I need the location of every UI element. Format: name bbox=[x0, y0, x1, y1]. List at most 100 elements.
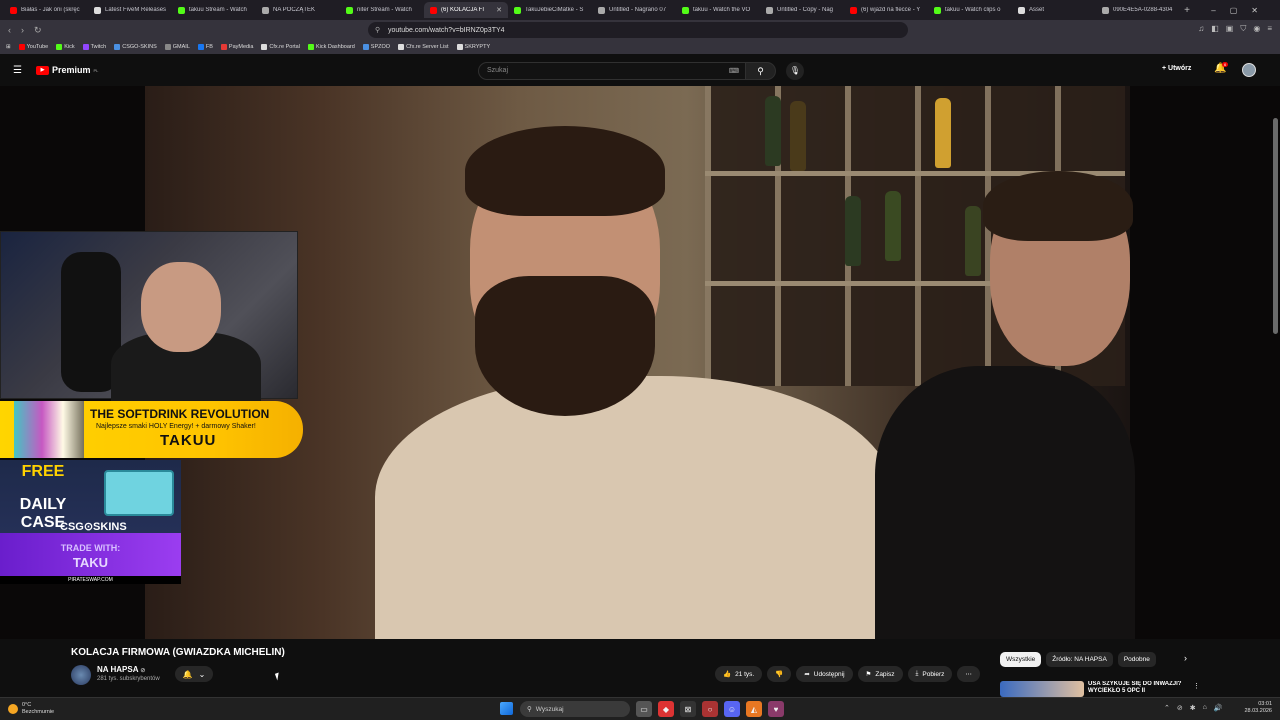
recommended-title[interactable]: USA SZYKUJE SIĘ DO INWAZJI? WYCIEKŁO 5 O… bbox=[1088, 681, 1184, 697]
tab-favicon-icon bbox=[934, 6, 941, 14]
subscription-bell-button[interactable]: 🔔 ⌄ bbox=[175, 666, 213, 682]
dislike-button[interactable]: 👎 bbox=[767, 666, 792, 682]
bookmark-item[interactable]: SKRYPTY bbox=[456, 44, 490, 50]
bookmark-item[interactable]: YouTube bbox=[18, 44, 48, 50]
wallet-icon[interactable]: ▣ bbox=[1226, 24, 1234, 34]
trade-with-text: TRADE WITH: bbox=[60, 543, 121, 553]
browser-tab[interactable]: TakuJebieCiMatke - S bbox=[508, 2, 592, 18]
keyboard-icon[interactable]: ⌨ bbox=[729, 67, 739, 75]
mute-icon[interactable]: ⊘ bbox=[1177, 704, 1183, 712]
youtube-premium-logo[interactable]: ▶ Premium PL bbox=[36, 65, 98, 75]
more-actions-button[interactable]: ⋯ bbox=[957, 666, 980, 682]
blender-icon[interactable]: ◭ bbox=[746, 701, 762, 717]
sidebar-icon[interactable]: ◧ bbox=[1211, 24, 1219, 34]
apps-grid-icon[interactable]: ⊞ bbox=[6, 44, 11, 50]
filter-chip[interactable]: Źródło: NA HAPSA bbox=[1046, 652, 1113, 667]
thumbs-down-icon: 👎 bbox=[775, 671, 784, 678]
weather-widget[interactable]: 0°C Bezchmurnie bbox=[8, 702, 54, 716]
pirateswap-url: PIRATESWAP.COM bbox=[0, 576, 181, 584]
back-icon[interactable]: ‹ bbox=[8, 25, 11, 36]
bookmark-item[interactable]: SPZOO bbox=[362, 44, 390, 50]
save-button[interactable]: ⚑ Zapisz bbox=[857, 666, 903, 682]
tab-favicon-icon bbox=[346, 6, 353, 14]
brave-browser-icon[interactable]: ◆ bbox=[658, 701, 674, 717]
account-avatar[interactable] bbox=[1242, 63, 1256, 77]
opera-icon[interactable]: ○ bbox=[702, 701, 718, 717]
video-player[interactable]: THE SOFTDRINK REVOLUTION Najlepsze smaki… bbox=[0, 86, 1280, 639]
channel-avatar[interactable] bbox=[71, 665, 91, 685]
xbox-icon[interactable]: ⊠ bbox=[680, 701, 696, 717]
bookmark-item[interactable]: GMAIL bbox=[164, 44, 190, 50]
channel-name[interactable]: NA HAPSA ⊘ bbox=[97, 665, 145, 674]
url-field[interactable]: ⚲ youtube.com/watch?v=bIRNZ0p3TY4 bbox=[368, 22, 908, 38]
tab-favicon-icon bbox=[178, 6, 185, 14]
bookmark-item[interactable]: PayMedia bbox=[220, 44, 253, 50]
discord-icon[interactable]: ☺ bbox=[724, 701, 740, 717]
network-icon[interactable]: ⌂ bbox=[1203, 704, 1207, 712]
search-button[interactable]: ⚲ bbox=[746, 62, 776, 80]
browser-tab[interactable]: Asset bbox=[1012, 2, 1096, 18]
browser-tab[interactable]: 090E4E5A-0288-4304 bbox=[1096, 2, 1180, 18]
system-clock[interactable]: 03:01 28.03.2026 bbox=[1236, 701, 1272, 715]
browser-tab[interactable]: Białas - Jak oni (skręc bbox=[4, 2, 88, 18]
site-info-icon[interactable]: ⚲ bbox=[375, 26, 380, 34]
trade-name-text: TAKU bbox=[72, 555, 109, 570]
new-tab-button[interactable]: + bbox=[1180, 5, 1194, 16]
bookmark-item[interactable]: Cfx.re Portal bbox=[261, 44, 300, 50]
browser-tab[interactable]: NA POCZĄTEK bbox=[256, 2, 340, 18]
minimize-button[interactable]: – bbox=[1211, 6, 1215, 15]
browser-tab[interactable]: Latest FiveM Releases bbox=[88, 2, 172, 18]
task-view-icon[interactable]: ▭ bbox=[636, 701, 652, 717]
close-window-button[interactable]: ✕ bbox=[1251, 6, 1258, 15]
chevron-up-icon[interactable]: ⌃ bbox=[1164, 704, 1170, 712]
shield-icon[interactable]: ⛉ bbox=[1240, 24, 1246, 34]
media-icon[interactable]: ♫ bbox=[1198, 24, 1204, 34]
microphone-icon: 🎙 bbox=[789, 66, 801, 75]
filter-chip[interactable]: Podobne bbox=[1117, 652, 1156, 667]
share-button[interactable]: ➦ Udostępnij bbox=[796, 666, 853, 682]
bookmark-item[interactable]: Twitch bbox=[82, 44, 106, 50]
browser-tab[interactable]: Untitled - Copy - Nag bbox=[760, 2, 844, 18]
bookmark-item[interactable]: Kick Dashboard bbox=[307, 44, 355, 50]
browser-tab[interactable]: (6) wjazd na flecce - Y bbox=[844, 2, 928, 18]
bookmark-item[interactable]: CSGO-SKINS bbox=[114, 44, 157, 50]
voice-search-button[interactable]: 🎙 bbox=[786, 62, 804, 80]
bookmark-item[interactable]: FB bbox=[197, 44, 213, 50]
browser-tab[interactable]: (6) KOLACJA FI ✕ bbox=[424, 2, 508, 18]
case-chest-image bbox=[104, 470, 174, 516]
browser-tab[interactable]: takuu Stream - Watch bbox=[172, 2, 256, 18]
browser-tab[interactable]: takuu - Watch clips o bbox=[928, 2, 1012, 18]
like-button[interactable]: 👍 21 tys. bbox=[715, 666, 763, 682]
browser-tab[interactable]: Untitled - Nagrano 07 bbox=[592, 2, 676, 18]
volume-icon[interactable]: 🔊 bbox=[1214, 704, 1223, 712]
bookmark-item[interactable]: Kick bbox=[56, 44, 75, 50]
bookmark-favicon-icon bbox=[82, 44, 89, 50]
maximize-button[interactable]: ▢ bbox=[1230, 6, 1238, 15]
create-button[interactable]: + Utwórz bbox=[1162, 65, 1191, 72]
filter-chip[interactable]: Wszystkie bbox=[1000, 652, 1042, 667]
bluetooth-icon[interactable]: ✱ bbox=[1190, 704, 1196, 712]
hamburger-menu-icon[interactable]: ☰ bbox=[13, 65, 22, 76]
bookmarks-bar: ⊞ YouTube Kick Twitch CSGO-SKINS GMAIL FB PayM… bbox=[0, 40, 1280, 54]
recommended-thumbnail[interactable] bbox=[1000, 681, 1084, 697]
close-tab-icon[interactable]: ✕ bbox=[496, 6, 502, 14]
chevron-right-icon[interactable]: › bbox=[1184, 653, 1187, 663]
menu-icon[interactable]: ≡ bbox=[1267, 24, 1272, 34]
app-icon[interactable]: ♥ bbox=[768, 701, 784, 717]
notification-badge: 6 bbox=[1222, 62, 1229, 67]
forward-icon[interactable]: › bbox=[21, 25, 24, 36]
recommended-menu-icon[interactable]: ⋮ bbox=[1193, 682, 1200, 690]
profile-icon[interactable]: ◉ bbox=[1253, 24, 1260, 34]
search-input[interactable]: Szukaj ⌨ bbox=[478, 62, 746, 80]
bookmark-item[interactable]: Cfx.re Server List bbox=[398, 44, 449, 50]
energy-can-image bbox=[14, 401, 84, 458]
download-button[interactable]: ⤓ Pobierz bbox=[907, 666, 953, 682]
page-scrollbar[interactable] bbox=[1273, 118, 1278, 334]
taskbar-search[interactable]: ⚲ Wyszukaj bbox=[520, 701, 630, 717]
browser-tab[interactable]: niter Stream - Watch bbox=[340, 2, 424, 18]
reload-icon[interactable]: ↻ bbox=[34, 25, 42, 36]
tab-favicon-icon bbox=[598, 6, 605, 14]
browser-tab[interactable]: takuu - Watch the VO bbox=[676, 2, 760, 18]
search-placeholder: Szukaj bbox=[487, 67, 509, 74]
start-button[interactable] bbox=[500, 702, 513, 715]
